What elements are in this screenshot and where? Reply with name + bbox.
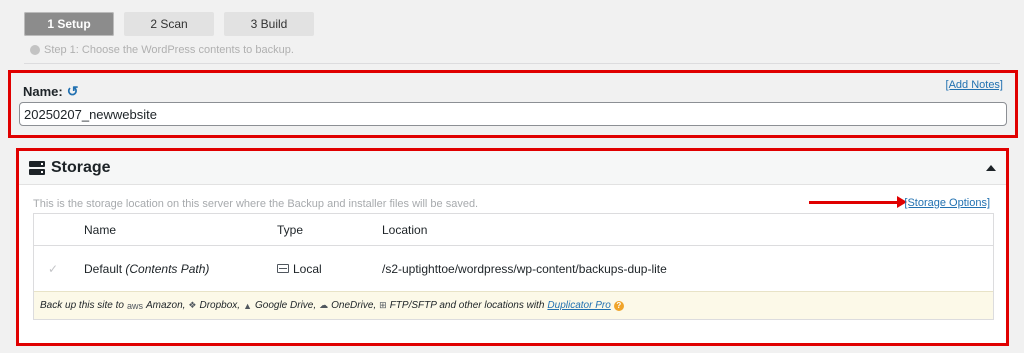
storage-header[interactable]: Storage	[19, 151, 1006, 185]
wizard-steps: 1 Setup 2 Scan 3 Build	[24, 12, 314, 36]
step-hint-text: Step 1: Choose the WordPress contents to…	[44, 44, 294, 56]
aws-icon: aws	[126, 300, 143, 311]
column-name: Name	[84, 222, 117, 237]
promo-prefix: Back up this site to	[40, 300, 124, 311]
step-hint: Step 1: Choose the WordPress contents to…	[30, 44, 294, 56]
help-icon[interactable]: ?	[613, 300, 624, 311]
hard-drive-icon	[277, 264, 289, 273]
name-section: Name: ↺ [Add Notes]	[8, 70, 1018, 138]
add-notes-link[interactable]: [Add Notes]	[946, 79, 1003, 91]
promo-dropbox: Dropbox,	[199, 300, 241, 311]
wordpress-icon	[30, 45, 40, 55]
storage-name-text: Default	[84, 261, 123, 276]
collapse-caret-icon[interactable]	[986, 164, 996, 171]
column-type: Type	[277, 222, 304, 237]
server-icon	[29, 160, 45, 175]
step-build[interactable]: 3 Build	[224, 12, 314, 36]
checkbox-checked-icon[interactable]: ✓	[48, 262, 58, 276]
backup-name-input[interactable]	[19, 102, 1007, 126]
promo-ftp: FTP/SFTP and other locations with	[389, 300, 545, 311]
storage-type: Local	[277, 262, 380, 276]
storage-section: Storage This is the storage location on …	[16, 148, 1009, 346]
table-header: Name Type Location	[34, 214, 993, 246]
storage-location: /s2-uptighttoe/wordpress/wp-content/back…	[382, 261, 667, 276]
annotation-arrow-icon	[809, 196, 907, 208]
network-icon: ⊞	[379, 300, 387, 310]
storage-title: Storage	[29, 159, 111, 177]
google-drive-icon: ▲	[243, 300, 252, 311]
step-scan[interactable]: 2 Scan	[124, 12, 214, 36]
step-setup[interactable]: 1 Setup	[24, 12, 114, 36]
promo-onedrive: OneDrive,	[331, 300, 377, 311]
table-row: ✓ Default (Contents Path) Local /s2-upti…	[34, 246, 993, 291]
name-label-text: Name:	[23, 84, 63, 99]
reset-name-icon[interactable]: ↺	[67, 83, 79, 100]
storage-options-link[interactable]: [Storage Options]	[904, 197, 990, 209]
storage-name-note: (Contents Path)	[125, 261, 210, 276]
promo-amazon: Amazon,	[145, 300, 186, 311]
promo-gdrive: Google Drive,	[255, 300, 317, 311]
storage-name: Default (Contents Path)	[84, 262, 277, 276]
dropbox-icon: ❖	[188, 300, 197, 310]
divider	[24, 63, 1000, 64]
duplicator-pro-link[interactable]: Duplicator Pro	[547, 300, 610, 311]
storage-type-text: Local	[293, 261, 322, 276]
storage-table: Name Type Location ✓ Default (Contents P…	[33, 213, 994, 320]
storage-title-text: Storage	[51, 158, 111, 176]
column-location: Location	[382, 222, 428, 237]
name-label: Name: ↺	[23, 83, 78, 100]
pro-promo-banner: Back up this site to aws Amazon, ❖ Dropb…	[34, 291, 993, 319]
storage-description: This is the storage location on this ser…	[33, 198, 479, 210]
onedrive-icon: ☁	[319, 300, 329, 310]
